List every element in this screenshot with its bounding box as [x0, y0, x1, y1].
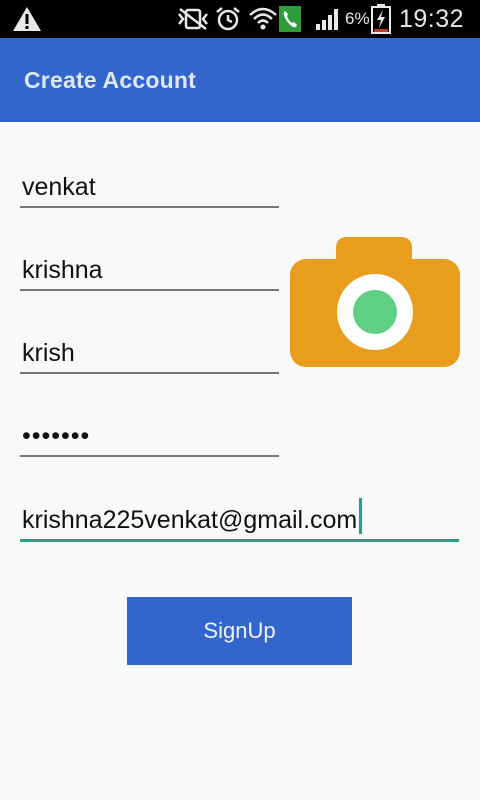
create-account-form: venkat krishna krish ••••••• krishna225v… — [0, 122, 480, 800]
last-name-field[interactable]: krishna — [20, 249, 279, 291]
battery-percent: 6% — [345, 9, 370, 28]
app-bar: Create Account — [0, 38, 480, 122]
signup-button[interactable]: SignUp — [127, 597, 352, 665]
camera-icon — [290, 237, 460, 367]
signal-icon — [315, 0, 341, 38]
first-name-field[interactable]: venkat — [20, 166, 279, 208]
password-field[interactable]: ••••••• — [20, 415, 279, 457]
username-field[interactable]: krish — [20, 332, 279, 374]
page-title: Create Account — [24, 67, 196, 93]
warning-icon — [12, 0, 42, 38]
vibrate-muted-icon — [176, 0, 210, 38]
password-value: ••••••• — [22, 422, 91, 450]
username-value: krish — [22, 339, 75, 367]
wifi-icon — [248, 0, 278, 38]
text-cursor — [359, 498, 363, 534]
first-name-value: venkat — [22, 173, 96, 201]
last-name-value: krishna — [22, 256, 103, 284]
battery-charging-icon — [371, 0, 391, 38]
profile-photo-button[interactable] — [290, 237, 460, 367]
call-icon — [279, 0, 301, 38]
email-field[interactable]: krishna225venkat@gmail.com — [20, 498, 459, 542]
email-value: krishna225venkat@gmail.com — [22, 506, 358, 534]
status-bar: 6% 19:32 — [0, 0, 480, 38]
alarm-icon — [214, 0, 242, 38]
clock: 19:32 — [398, 5, 464, 33]
email-value-wrap: krishna225venkat@gmail.com — [22, 498, 363, 535]
